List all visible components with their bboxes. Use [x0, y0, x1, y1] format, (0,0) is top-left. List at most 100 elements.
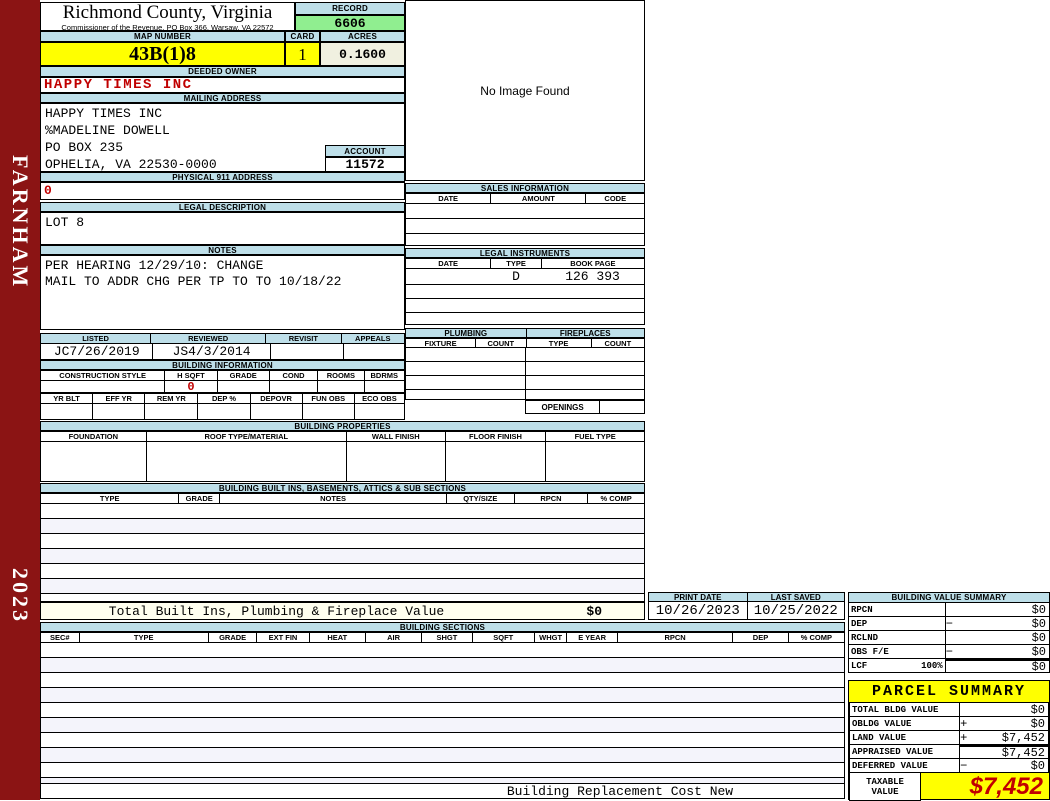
listed-cell: JC 7/26/2019: [41, 344, 153, 359]
parcel-value: $0: [974, 759, 1048, 773]
col-sale-code: CODE: [586, 194, 644, 203]
col-bi-qty-size: QTY/SIZE: [447, 494, 515, 503]
account-label: ACCOUNT: [325, 145, 405, 157]
built-ins-total-row: Total Built Ins, Plumbing & Fireplace Va…: [40, 602, 645, 620]
map-number-label: MAP NUMBER: [40, 31, 285, 42]
reviewed-date: 4/3/2014: [188, 344, 250, 359]
fun-obs-cell: [303, 404, 355, 419]
built-ins-total-label: Total Built Ins, Plumbing & Fireplace Va…: [41, 604, 512, 619]
col-bi-grade: GRADE: [179, 494, 220, 503]
building-sections-footer: Building Replacement Cost New: [40, 783, 845, 799]
table-row: [41, 643, 844, 658]
table-row: [41, 534, 644, 549]
col-fixture: FIXTURE: [406, 339, 476, 347]
building-info-values-1: 0: [40, 381, 405, 393]
reviewed-cell: JS 4/3/2014: [153, 344, 270, 359]
lcf-percent: 100%: [921, 661, 943, 671]
table-row: [406, 219, 644, 234]
plumbing-fireplaces-divider: [525, 348, 526, 400]
col-sale-date: DATE: [406, 194, 491, 203]
table-row: [406, 299, 644, 313]
col-heat: HEAT: [310, 633, 366, 642]
record-label: RECORD: [295, 2, 405, 15]
cond-cell: [270, 381, 318, 392]
roof-type-cell: [147, 442, 347, 481]
built-ins-title: BUILDING BUILT INS, BASEMENTS, ATTICS & …: [40, 483, 645, 493]
col-foundation: FOUNDATION: [41, 432, 147, 441]
record-number: 6606: [295, 15, 405, 31]
col-construction-style: CONSTRUCTION STYLE: [41, 371, 165, 380]
grade-cell: [218, 381, 270, 392]
bvs-value: $0: [960, 660, 1049, 674]
col-fuel-type: FUEL TYPE: [546, 432, 644, 441]
parcel-value: $7,452: [974, 731, 1048, 745]
listed-initials: JC: [54, 344, 70, 359]
col-eco-obs: ECO OBS: [355, 394, 404, 403]
print-info-header: PRINT DATE LAST SAVED: [648, 592, 845, 602]
appeals-label: APPEALS: [342, 334, 404, 343]
building-properties-title: BUILDING PROPERTIES: [40, 421, 645, 431]
openings-row: OPENINGS: [525, 400, 645, 414]
taxable-value-label: TAXABLE VALUE: [849, 773, 921, 801]
taxable-value-amount: $7,452: [921, 773, 1049, 801]
district-sidebar: FARNHAM 2023: [0, 0, 40, 800]
parcel-label: DEFERRED VALUE: [849, 759, 960, 773]
col-book-page: BOOK PAGE: [542, 259, 644, 268]
table-row: [41, 658, 844, 673]
instrument-type: D: [491, 269, 541, 284]
building-info-header-1: CONSTRUCTION STYLE H SQFT GRADE COND ROO…: [40, 370, 405, 381]
bvs-value: $0: [960, 617, 1049, 631]
bvs-row-lcf: LCF 100% $0: [848, 659, 1050, 673]
rooms-cell: [318, 381, 364, 392]
dep-pct-cell: [198, 404, 250, 419]
table-row: [41, 718, 844, 733]
building-information-title: BUILDING INFORMATION: [40, 360, 405, 370]
table-row: [41, 579, 644, 594]
bvs-label: RPCN: [848, 603, 946, 617]
map-number-value: 43B(1)8: [40, 42, 285, 66]
parcel-summary-title: PARCEL SUMMARY: [849, 681, 1049, 702]
sales-empty-rows: [405, 204, 645, 246]
bvs-row-dep: DEP −$0: [848, 617, 1050, 631]
acres-label: ACRES: [320, 31, 405, 42]
table-row: [41, 748, 844, 763]
col-shgt: SHGT: [422, 633, 472, 642]
card-label: CARD: [285, 31, 320, 42]
parcel-label: APPRAISED VALUE: [849, 745, 960, 759]
col-bs-type: TYPE: [80, 633, 209, 642]
col-cond: COND: [270, 371, 318, 380]
col-bi-pct-comp: % COMP: [588, 494, 644, 503]
table-row: [41, 564, 644, 579]
col-roof-type: ROOF TYPE/MATERIAL: [147, 432, 347, 441]
col-fixture-count: COUNT: [476, 339, 526, 347]
building-value-summary-table: RPCN $0 DEP −$0 RCLND $0 OBS F/E −$0 LCF…: [848, 603, 1050, 673]
col-instrument-type: TYPE: [491, 259, 542, 268]
rem-yr-cell: [145, 404, 198, 419]
building-sections-rows: [40, 643, 845, 783]
legal-description-value: LOT 8: [40, 212, 405, 245]
openings-value: [600, 400, 645, 414]
no-image-text: No Image Found: [480, 84, 569, 98]
tax-year: 2023: [7, 568, 33, 624]
commissioner-line: Commissioner of the Revenue, PO Box 366,…: [41, 23, 294, 31]
bvs-row-obs-fe: OBS F/E −$0: [848, 645, 1050, 659]
review-value-row: JC 7/26/2019 JS 4/3/2014: [40, 344, 405, 360]
bvs-row-rpcn: RPCN $0: [848, 603, 1050, 617]
depovr-cell: [251, 404, 303, 419]
table-row: [41, 688, 844, 703]
col-bs-pct-comp: % COMP: [789, 633, 844, 642]
table-row: [41, 549, 644, 564]
card-value: 1: [285, 42, 320, 66]
h-sqft-cell: 0: [165, 381, 217, 392]
construction-style-cell: [41, 381, 165, 392]
floor-finish-cell: [446, 442, 547, 481]
fireplaces-title: FIREPLACES: [527, 329, 645, 337]
last-saved-label: LAST SAVED: [748, 593, 845, 601]
parcel-row-obldg: OBLDG VALUE +$0: [849, 717, 1049, 731]
legal-instrument-row-1: D 126 393: [405, 269, 645, 285]
table-row: [41, 504, 644, 519]
col-sec-num: SEC#: [41, 633, 80, 642]
col-bi-notes: NOTES: [220, 494, 447, 503]
print-info-values: 10/26/2023 10/25/2022: [648, 602, 845, 620]
sales-information-title: SALES INFORMATION: [405, 183, 645, 193]
